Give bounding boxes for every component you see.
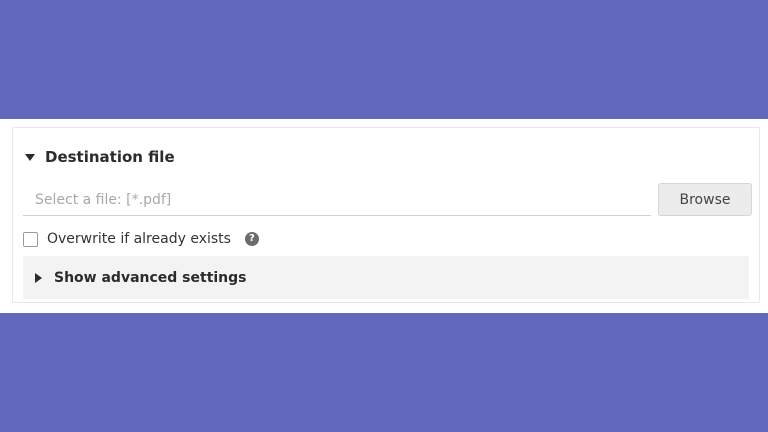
background-bottom [0, 313, 768, 432]
advanced-settings-toggle[interactable]: Show advanced settings [23, 256, 749, 299]
section-title: Destination file [45, 148, 175, 166]
overwrite-row: Overwrite if already exists ? [23, 231, 259, 247]
panel: Destination file Browse Overwrite if alr… [0, 119, 768, 313]
caret-right-icon [35, 272, 42, 283]
file-input[interactable] [23, 184, 651, 216]
overwrite-label[interactable]: Overwrite if already exists [47, 231, 231, 247]
browse-button[interactable]: Browse [658, 183, 752, 216]
destination-section-toggle[interactable]: Destination file [25, 148, 175, 166]
help-icon[interactable]: ? [244, 232, 259, 246]
background-top [0, 0, 768, 119]
caret-down-icon [25, 153, 35, 161]
overwrite-checkbox[interactable] [23, 231, 38, 247]
destination-card: Destination file Browse Overwrite if alr… [12, 127, 760, 303]
advanced-settings-label: Show advanced settings [54, 269, 247, 286]
